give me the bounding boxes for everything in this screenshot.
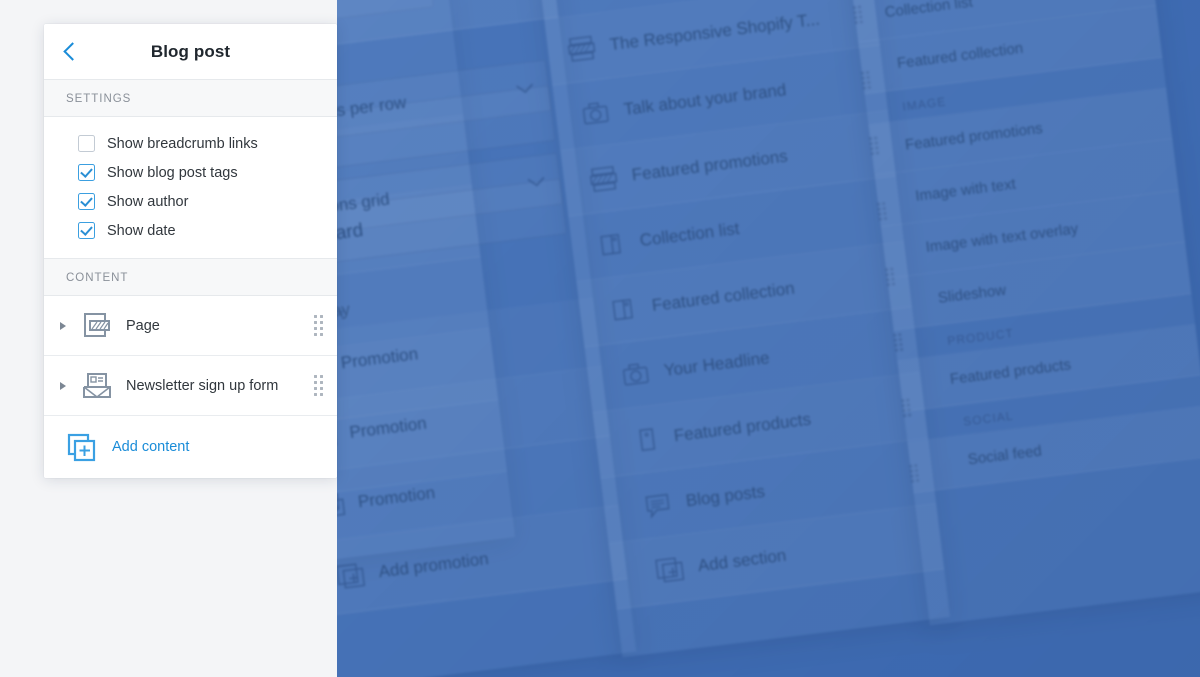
disclosure-triangle-icon[interactable] (60, 381, 66, 390)
checkbox-row-show-date[interactable]: Show date (44, 216, 337, 245)
back-button[interactable] (54, 24, 88, 79)
add-block-icon (66, 432, 96, 462)
disclosure-triangle-icon[interactable] (60, 321, 66, 330)
screenshot-stage: BLOG Blog posts COLLECTION Collection li… (0, 0, 1200, 677)
card-header: Blog post (44, 24, 337, 80)
newsletter-icon (80, 369, 114, 403)
checkbox-row-show-breadcrumb-links[interactable]: Show breadcrumb links (44, 129, 337, 158)
checkbox-label: Show date (107, 222, 176, 239)
add-content-label: Add content (112, 439, 190, 455)
checkbox-show-breadcrumb-links[interactable] (78, 135, 95, 152)
checkbox-row-show-author[interactable]: Show author (44, 187, 337, 216)
settings-section-label: SETTINGS (44, 80, 337, 117)
chevron-left-icon (63, 42, 82, 61)
checkbox-show-author[interactable] (78, 193, 95, 210)
checkbox-label: Show author (107, 193, 189, 210)
checkbox-show-blog-post-tags[interactable] (78, 164, 95, 181)
checkbox-show-date[interactable] (78, 222, 95, 239)
checkbox-row-show-blog-post-tags[interactable]: Show blog post tags (44, 158, 337, 187)
settings-checkbox-group: Show breadcrumb links Show blog post tag… (44, 117, 337, 259)
blog-post-settings-card: Blog post SETTINGS Show breadcrumb links… (44, 24, 337, 478)
content-section-label: CONTENT (44, 259, 337, 296)
drag-handle-icon[interactable] (314, 375, 323, 396)
add-content-button[interactable]: Add content (44, 416, 337, 478)
checkbox-label: Show blog post tags (107, 164, 238, 181)
content-item-newsletter-sign-up-form[interactable]: Newsletter sign up form (44, 356, 337, 416)
content-item-label: Newsletter sign up form (126, 377, 279, 394)
page-block-icon (80, 309, 114, 343)
checkbox-label: Show breadcrumb links (107, 135, 258, 152)
drag-handle-icon[interactable] (314, 315, 323, 336)
content-item-label: Page (126, 317, 160, 334)
content-item-page[interactable]: Page (44, 296, 337, 356)
